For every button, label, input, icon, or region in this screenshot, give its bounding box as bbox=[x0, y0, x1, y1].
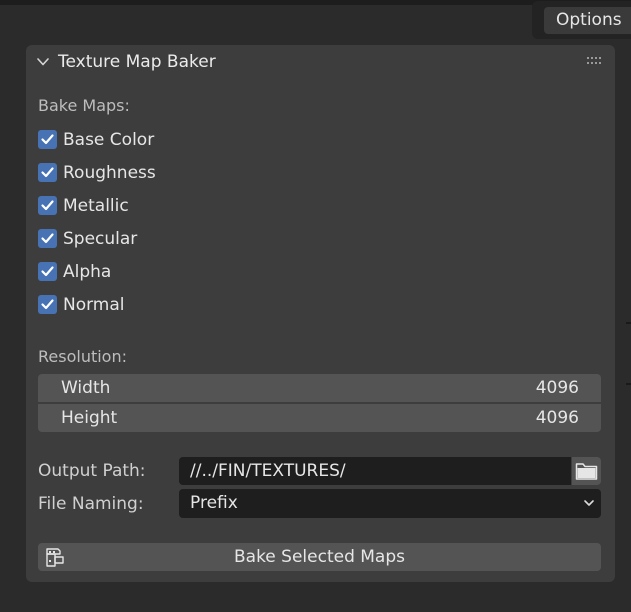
width-value: 4096 bbox=[535, 378, 579, 398]
checkbox-label: Metallic bbox=[63, 196, 129, 216]
checkbox-metallic[interactable]: Metallic bbox=[38, 195, 298, 217]
folder-icon bbox=[575, 463, 598, 480]
bake-button-label: Bake Selected Maps bbox=[233, 547, 405, 567]
checkbox-base-color[interactable]: Base Color bbox=[38, 129, 298, 151]
chevron-down-icon[interactable] bbox=[36, 55, 50, 69]
bake-selected-maps-button[interactable]: Bake Selected Maps bbox=[38, 543, 601, 571]
panel-title: Texture Map Baker bbox=[58, 52, 216, 72]
chevron-down-icon bbox=[584, 500, 594, 506]
checkbox-alpha[interactable]: Alpha bbox=[38, 261, 298, 283]
height-field[interactable]: Height 4096 bbox=[38, 404, 601, 432]
checkbox[interactable] bbox=[38, 196, 57, 215]
bake-maps-label: Bake Maps: bbox=[38, 96, 130, 115]
checkmark-icon bbox=[41, 299, 54, 310]
file-naming-value: Prefix bbox=[190, 493, 238, 513]
checkmark-icon bbox=[41, 233, 54, 244]
checkbox[interactable] bbox=[38, 163, 57, 182]
output-path-label: Output Path: bbox=[38, 461, 146, 481]
region-edge bbox=[626, 383, 631, 385]
checkmark-icon bbox=[41, 266, 54, 277]
options-label: Options bbox=[556, 10, 622, 30]
checkbox-label: Alpha bbox=[63, 262, 112, 282]
checkbox[interactable] bbox=[38, 295, 57, 314]
options-dropdown[interactable]: Options bbox=[544, 7, 631, 34]
checkbox-specular[interactable]: Specular bbox=[38, 228, 298, 250]
checkbox-label: Specular bbox=[63, 229, 138, 249]
file-naming-select[interactable]: Prefix bbox=[179, 489, 601, 518]
checkbox-normal[interactable]: Normal bbox=[38, 294, 298, 316]
width-label: Width bbox=[61, 378, 111, 398]
checkbox[interactable] bbox=[38, 130, 57, 149]
panel-header[interactable]: Texture Map Baker bbox=[26, 45, 615, 79]
checkmark-icon bbox=[41, 200, 54, 211]
checkbox-label: Normal bbox=[63, 295, 125, 315]
resolution-label: Resolution: bbox=[38, 347, 127, 366]
checkmark-icon bbox=[41, 167, 54, 178]
output-path-input[interactable]: //../FIN/TEXTURES/ bbox=[179, 457, 571, 485]
height-value: 4096 bbox=[535, 408, 579, 428]
file-naming-label: File Naming: bbox=[38, 494, 144, 514]
checkbox-roughness[interactable]: Roughness bbox=[38, 162, 298, 184]
browse-folder-button[interactable] bbox=[572, 457, 601, 485]
width-field[interactable]: Width 4096 bbox=[38, 374, 601, 402]
region-edge bbox=[626, 322, 631, 324]
texture-map-baker-panel: Texture Map Baker Bake Maps: Base Color … bbox=[26, 45, 615, 582]
drag-handle-icon[interactable] bbox=[586, 56, 602, 66]
checkbox-label: Base Color bbox=[63, 130, 155, 150]
checkbox-label: Roughness bbox=[63, 163, 156, 183]
checkbox[interactable] bbox=[38, 229, 57, 248]
resolution-fields: Width 4096 Height 4096 bbox=[38, 374, 601, 432]
checkbox[interactable] bbox=[38, 262, 57, 281]
checkmark-icon bbox=[41, 134, 54, 145]
height-label: Height bbox=[61, 408, 118, 428]
